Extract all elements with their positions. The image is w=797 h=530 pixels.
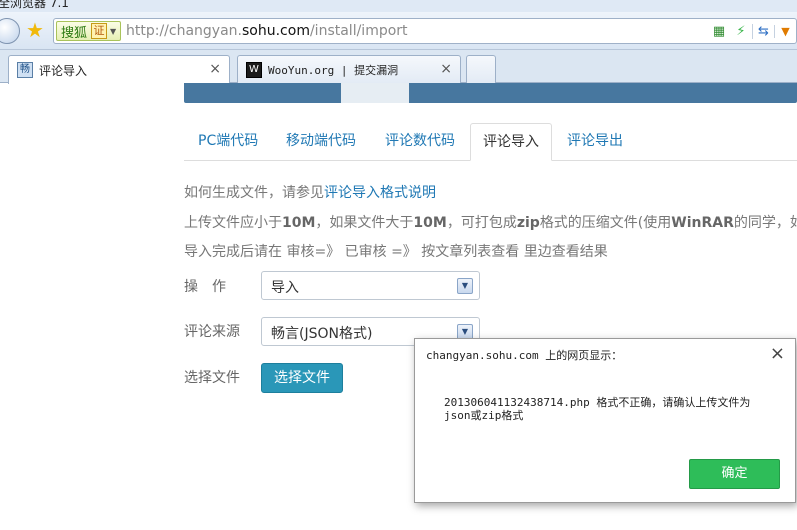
info-format-help: 如何生成文件，请参见评论导入格式说明	[184, 182, 436, 202]
sohu-badge-label: 搜狐	[61, 25, 88, 41]
top-navigation-bar	[184, 83, 797, 103]
tab-mobile-code[interactable]: 移动端代码	[286, 123, 356, 161]
source-label: 评论来源	[184, 324, 240, 340]
address-bar[interactable]: 搜狐 证 ▼ http://changyan.sohu.com/install/…	[53, 18, 797, 44]
alert-dialog: changyan.sohu.com 上的网页显示： × 201306041132…	[414, 338, 796, 503]
tab-comment-import[interactable]: 畅 评论导入 ×	[8, 55, 230, 84]
browser-toolbar: ★ 搜狐 证 ▼ http://changyan.sohu.com/instal…	[0, 12, 797, 50]
info-text: WinRAR	[671, 215, 734, 231]
info-text: ，可打包成	[446, 215, 517, 231]
sohu-site-badge[interactable]: 搜狐 证 ▼	[56, 21, 122, 41]
info-text: zip	[516, 215, 540, 231]
dialog-message: 201306041132438714.php 格式不正确，请确认上传文件为jso…	[444, 396, 751, 422]
info-text: ，如果文件大于	[315, 215, 414, 231]
info-text: 10M	[282, 215, 316, 231]
tab-comment-import[interactable]: 评论导入	[470, 123, 552, 161]
dropdown-chevron-icon[interactable]: ▼	[774, 24, 796, 38]
chevron-down-icon: ▼	[110, 26, 117, 36]
info-text: 的同学，如何打	[733, 215, 797, 231]
tab-label: WooYun.org | 提交漏洞	[268, 63, 399, 77]
info-text: 10M	[413, 215, 447, 231]
top-navigation-selected-item[interactable]	[341, 83, 409, 103]
tab-label: 评论导入	[39, 63, 88, 78]
url-domain: sohu.com	[242, 23, 310, 39]
sub-tab-bar: PC端代码 移动端代码 评论数代码 评论导入 评论导出	[184, 123, 797, 161]
window-title-bar: 全浏览器 7.1	[0, 0, 797, 12]
qr-code-icon[interactable]: ▦	[708, 24, 730, 39]
info-text: 上传文件应小于	[184, 215, 282, 231]
operation-select[interactable]: 导入 ▼	[261, 271, 480, 300]
close-icon[interactable]: ×	[209, 61, 221, 77]
file-label: 选择文件	[184, 370, 240, 386]
wooyun-favicon-icon: W	[246, 61, 262, 78]
import-format-link[interactable]: 评论导入格式说明	[324, 185, 436, 201]
chevron-down-icon[interactable]: ▼	[457, 278, 473, 294]
url-path: /install/import	[309, 23, 408, 39]
certificate-icon: 证	[91, 23, 108, 39]
operation-label: 操 作	[184, 279, 226, 295]
url-prefix: http://changyan.	[126, 23, 242, 39]
lightning-icon[interactable]: ⚡	[730, 24, 752, 39]
close-icon[interactable]: ×	[440, 61, 452, 77]
back-button[interactable]	[0, 18, 20, 44]
changyan-favicon-icon: 畅	[17, 62, 33, 78]
info-text: 如何生成文件，请参见	[184, 185, 324, 201]
browser-tab-bar: 畅 评论导入 × W WooYun.org | 提交漏洞 ×	[0, 50, 797, 84]
info-size-limit: 上传文件应小于10M，如果文件大于10M，可打包成zip格式的压缩文件(使用Wi…	[184, 212, 797, 232]
info-text: 格式的压缩文件(使用	[539, 215, 672, 231]
tab-comment-export[interactable]: 评论导出	[567, 123, 623, 161]
refresh-icon[interactable]: ⇆	[752, 23, 774, 39]
dialog-title: changyan.sohu.com 上的网页显示：	[426, 349, 623, 362]
tab-wooyun[interactable]: W WooYun.org | 提交漏洞 ×	[237, 55, 461, 83]
tab-pc-code[interactable]: PC端代码	[198, 123, 258, 161]
favorites-star-icon[interactable]: ★	[26, 18, 44, 42]
tab-comment-count-code[interactable]: 评论数代码	[385, 123, 455, 161]
ok-button[interactable]: 确定	[689, 459, 780, 489]
choose-file-button[interactable]: 选择文件	[261, 363, 343, 393]
close-icon[interactable]: ×	[770, 343, 785, 365]
new-tab-button[interactable]	[466, 55, 496, 83]
operation-select-value: 导入	[271, 280, 299, 296]
url-text[interactable]: http://changyan.sohu.com/install/import	[126, 23, 408, 39]
source-select-value: 畅言(JSON格式)	[271, 326, 373, 342]
window-title: 全浏览器 7.1	[0, 0, 69, 10]
info-review-hint: 导入完成后请在 审核=》 已审核 =》 按文章列表查看 里边查看结果	[184, 244, 608, 260]
address-bar-icons: ▦ ⚡ ⇆ ▼	[708, 19, 796, 43]
